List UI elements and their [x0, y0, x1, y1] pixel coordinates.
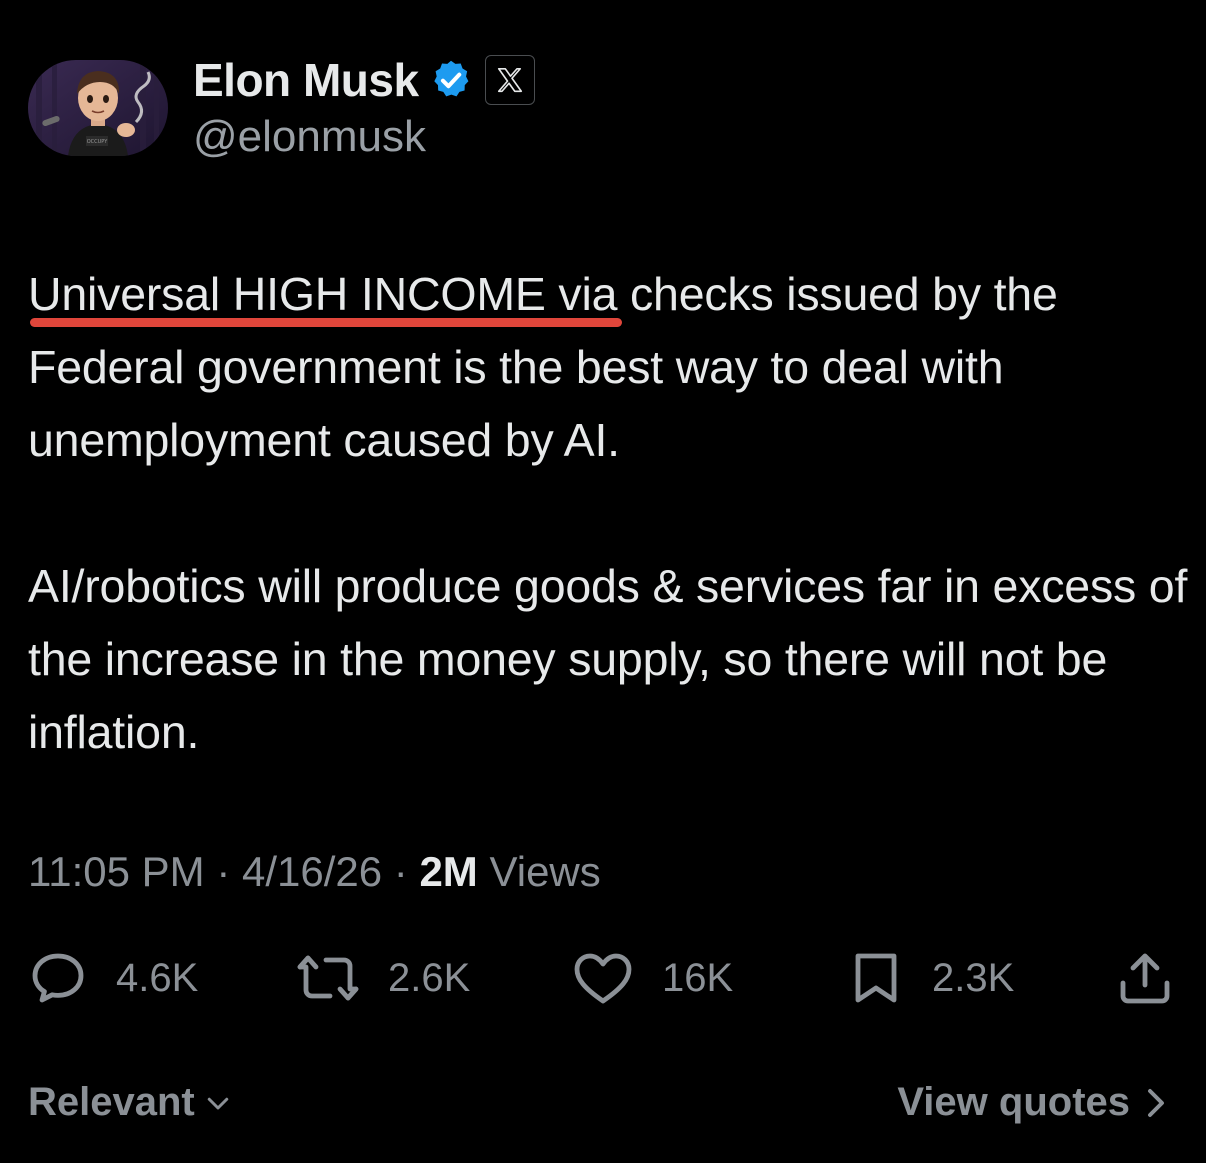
tweet-time[interactable]: 11:05 PM: [28, 848, 205, 896]
tweet-text: Universal HIGH INCOME via checks issued …: [28, 258, 1188, 769]
highlighted-phrase: Universal HIGH INCOME: [28, 268, 546, 320]
reply-count: 4.6K: [116, 955, 199, 1000]
chevron-right-icon: [1148, 1088, 1164, 1117]
sort-dropdown[interactable]: Relevant: [28, 1080, 233, 1125]
tweet-date[interactable]: 4/16/26: [242, 848, 382, 896]
share-button[interactable]: [1116, 946, 1174, 1010]
x-logo-icon[interactable]: [484, 55, 535, 105]
author-handle[interactable]: @elonmusk: [193, 112, 426, 162]
meta-separator: ·: [204, 848, 242, 895]
bookmark-button[interactable]: 2.3K: [848, 946, 1014, 1010]
bookmark-count: 2.3K: [932, 955, 1015, 1000]
reply-icon: [32, 953, 84, 1003]
like-count: 16K: [662, 955, 734, 1000]
meta-separator: ·: [382, 848, 420, 895]
tweet-card: OCCUPY Elon Musk @elonmusk Universal HIG…: [0, 0, 1206, 1163]
view-quotes-label: View quotes: [897, 1080, 1130, 1124]
red-underline-annotation: [30, 318, 622, 327]
bookmark-icon: [855, 953, 897, 1003]
tweet-meta: 11:05 PM · 4/16/26 · 2M Views: [28, 848, 601, 896]
author-display-name[interactable]: Elon Musk: [193, 53, 419, 107]
repost-count: 2.6K: [388, 955, 471, 1000]
like-button[interactable]: 16K: [572, 946, 733, 1010]
avatar-image: OCCUPY: [28, 60, 168, 156]
avatar[interactable]: OCCUPY: [28, 60, 168, 156]
repost-icon: [297, 955, 359, 1001]
author-name-row: Elon Musk: [193, 52, 535, 108]
share-icon: [1120, 953, 1170, 1004]
reply-button[interactable]: 4.6K: [28, 946, 198, 1010]
verified-badge-icon[interactable]: [429, 58, 473, 102]
svg-text:OCCUPY: OCCUPY: [87, 139, 108, 145]
action-bar: 4.6K 2.6K 16K 2.3K: [28, 946, 1178, 1010]
tweet-paragraph-2: AI/robotics will produce goods & service…: [28, 560, 1188, 758]
views-count[interactable]: 2M: [419, 848, 477, 896]
repost-button[interactable]: 2.6K: [296, 946, 470, 1010]
view-quotes-link[interactable]: View quotes: [897, 1080, 1168, 1125]
heart-icon: [574, 953, 632, 1004]
views-label: Views: [477, 848, 601, 895]
tweet-paragraph-1: Universal HIGH INCOME via checks issued …: [28, 258, 1188, 477]
chevron-down-icon: [207, 1097, 228, 1109]
sort-label: Relevant: [28, 1080, 195, 1124]
